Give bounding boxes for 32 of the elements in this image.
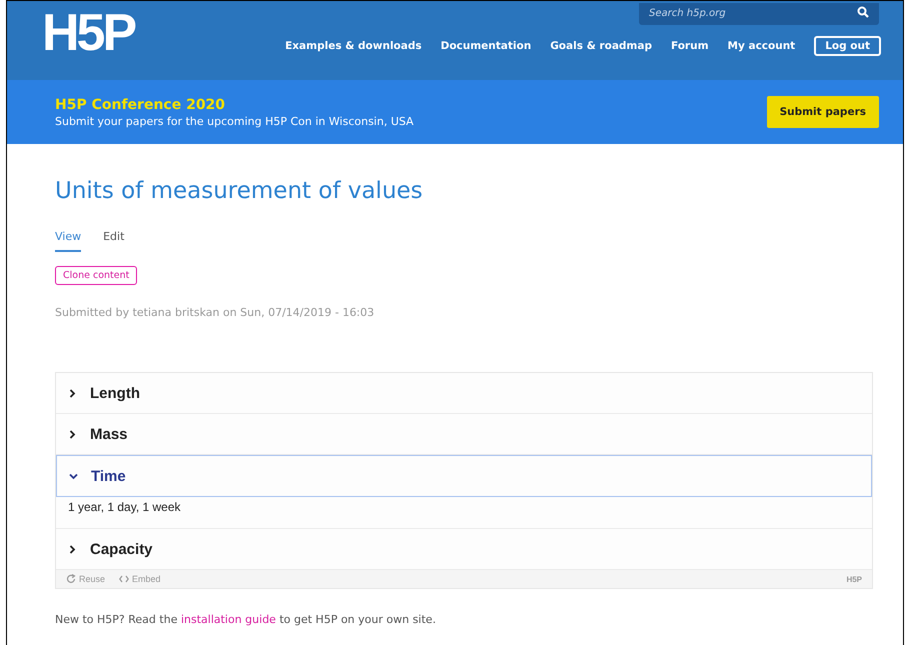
- reuse-link[interactable]: Reuse: [66, 574, 106, 584]
- refresh-icon: [66, 574, 76, 584]
- info-text: New to H5P? Read the installation guide to get H5P on your own site.: [55, 613, 437, 626]
- nav-link[interactable]: Documentation: [440, 40, 532, 52]
- accordion-header[interactable]: Time: [56, 455, 872, 497]
- chevron-right-icon: [68, 430, 77, 438]
- embed-link[interactable]: Embed: [119, 574, 161, 584]
- chevron-right-icon: [68, 544, 77, 554]
- accordion-content: 1 year, 1 day, 1 week: [56, 497, 872, 529]
- clone-button[interactable]: Clone content: [55, 266, 138, 285]
- nav-link[interactable]: My account: [728, 40, 796, 52]
- logo[interactable]: H5P: [42, 7, 134, 80]
- nav-link[interactable]: Examples & downloads: [285, 40, 422, 52]
- tab[interactable]: View: [55, 230, 82, 252]
- banner-text: Submit your papers for the upcoming H5P Con in Wisconsin, USA: [55, 114, 414, 128]
- nav-link[interactable]: Forum: [670, 40, 709, 52]
- submitted-text: Submitted by tetiana britskan on Sun, 07/14/2019 - 16:03: [55, 306, 376, 319]
- submit-button[interactable]: Submit papers: [766, 96, 879, 128]
- accordion-header[interactable]: Mass: [56, 414, 872, 455]
- logout-button[interactable]: Log out: [814, 36, 881, 56]
- chevron-down-icon: [69, 472, 78, 480]
- search-field[interactable]: Search h5p.org: [639, 2, 879, 24]
- page-title: Units of measurement of values: [55, 178, 424, 204]
- banner-title: H5P Conference 2020: [55, 96, 226, 112]
- footer-logo[interactable]: H5P: [846, 574, 862, 584]
- installation-link[interactable]: installation guide: [180, 613, 276, 626]
- tab[interactable]: Edit: [103, 230, 124, 252]
- nav-link[interactable]: Goals & roadmap: [550, 40, 652, 52]
- search-icon[interactable]: [857, 6, 869, 18]
- chevron-right-icon: [68, 388, 77, 398]
- code-icon: [119, 575, 130, 583]
- accordion-header[interactable]: Length: [56, 373, 872, 414]
